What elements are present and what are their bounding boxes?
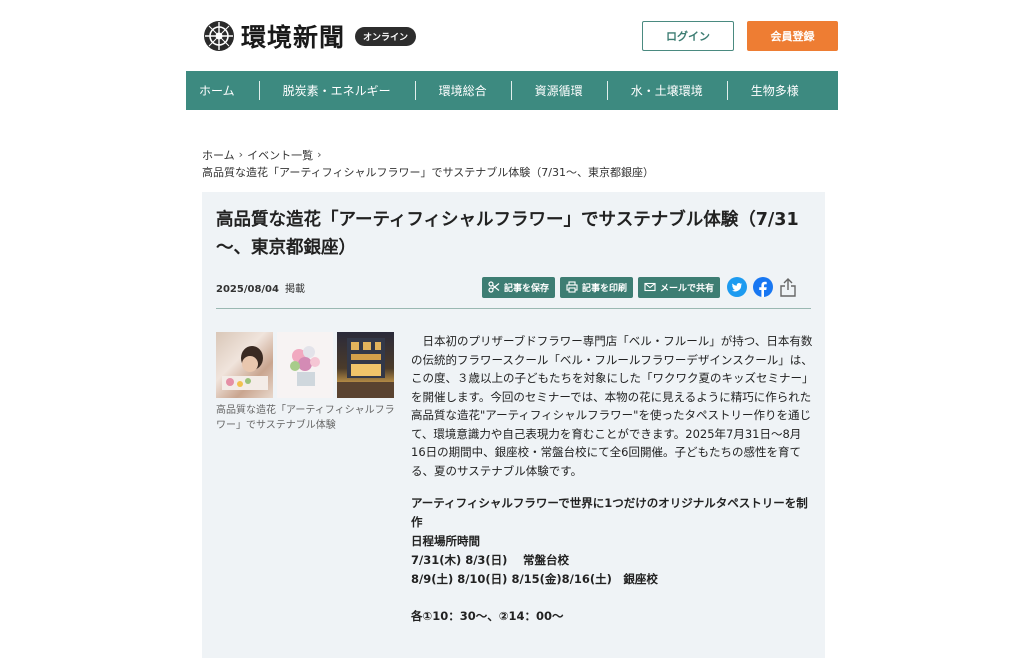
share-icon[interactable] <box>779 276 797 298</box>
chevron-right-icon: › <box>238 148 244 161</box>
social-share <box>727 276 797 298</box>
nav-item-decarbonization[interactable]: 脱炭素・エネルギー <box>258 71 415 110</box>
nav-item-resource-circulation[interactable]: 資源循環 <box>510 71 607 110</box>
article-meta: 2025/08/04 掲載 <box>216 280 305 295</box>
chevron-right-icon: › <box>317 148 322 161</box>
mail-icon <box>644 282 656 292</box>
schedule-ginza: 8/9(土) 8/10(日) 8/15(金)8/16(土) 銀座校 <box>411 572 658 586</box>
main-nav: ホーム 脱炭素・エネルギー 環境総合 資源循環 水・土壌環境 生物多様 <box>186 71 838 110</box>
section-title: アーティフィシャルフラワーで世界に1つだけのオリジナルタペストリーを制作 <box>411 496 808 529</box>
nav-item-home[interactable]: ホーム <box>186 71 259 110</box>
breadcrumb-events-link[interactable]: イベント一覧 <box>247 147 313 163</box>
article-photo[interactable] <box>216 332 395 398</box>
breadcrumb-current: 高品質な造花「アーティフィシャルフラワー」でサステナブル体験（7/31～、東京都… <box>202 165 654 179</box>
article-divider <box>216 308 811 309</box>
logo-text: 環境新聞 <box>241 23 346 52</box>
photo-caption: 高品質な造花「アーティフィシャルフラワー」でサステナブル体験 <box>216 405 395 431</box>
schedule-label: 日程場所時間 <box>411 534 480 548</box>
print-article-button[interactable]: 記事を印刷 <box>560 276 634 298</box>
photo-ginza-building <box>337 332 395 398</box>
article-title: 高品質な造花「アーティフィシャルフラワー」でサステナブル体験（7/31～、東京都… <box>216 210 799 258</box>
posted-label: 掲載 <box>284 284 305 295</box>
article-lead-paragraph: 日本初のプリザーブドフラワー専門店「ベル・フルール」が持つ、日本有数の伝統的フラ… <box>411 334 813 478</box>
nav-item-environment-general[interactable]: 環境総合 <box>414 71 511 110</box>
event-details: アーティフィシャルフラワーで世界に1つだけのオリジナルタペストリーを制作 日程場… <box>411 494 813 626</box>
breadcrumb-home-link[interactable]: ホーム <box>202 147 235 163</box>
breadcrumb: ホーム › イベント一覧 › 高品質な造花「アーティフィシャルフラワー」でサステ… <box>202 146 654 180</box>
article-date: 2025/08/04 <box>216 284 279 295</box>
register-button[interactable]: 会員登録 <box>747 21 838 51</box>
article-tools: 記事を保存 記事を印刷 メールで共有 <box>482 276 797 298</box>
session-times: 各①10：30～、②14：00～ <box>411 609 564 623</box>
article-panel: 高品質な造花「アーティフィシャルフラワー」でサステナブル体験（7/31～、東京都… <box>202 192 825 658</box>
twitter-icon[interactable] <box>727 277 748 297</box>
logo-emblem-icon <box>204 21 234 51</box>
scissors-icon <box>488 281 500 293</box>
site-logo[interactable]: 環境新聞 オンライン <box>203 18 417 54</box>
photo-flower-arrangement <box>276 332 334 398</box>
nav-item-water-soil[interactable]: 水・土壌環境 <box>606 71 727 110</box>
login-button[interactable]: ログイン <box>642 21 734 51</box>
print-article-label: 記事を印刷 <box>582 283 628 294</box>
logo-badge: オンライン <box>355 26 417 46</box>
schedule-tokiwadai: 7/31(木) 8/3(日) 常盤台校 <box>411 553 569 567</box>
save-article-label: 記事を保存 <box>504 283 550 294</box>
printer-icon <box>566 281 578 293</box>
photo-child-making-tapestry <box>216 332 273 398</box>
facebook-icon[interactable] <box>753 277 774 297</box>
article-body: 日本初のプリザーブドフラワー専門店「ベル・フルール」が持つ、日本有数の伝統的フラ… <box>411 332 813 626</box>
save-article-button[interactable]: 記事を保存 <box>482 276 556 298</box>
nav-item-biodiversity[interactable]: 生物多様 <box>726 71 823 110</box>
share-by-mail-label: メールで共有 <box>660 283 715 294</box>
share-by-mail-button[interactable]: メールで共有 <box>638 276 721 298</box>
